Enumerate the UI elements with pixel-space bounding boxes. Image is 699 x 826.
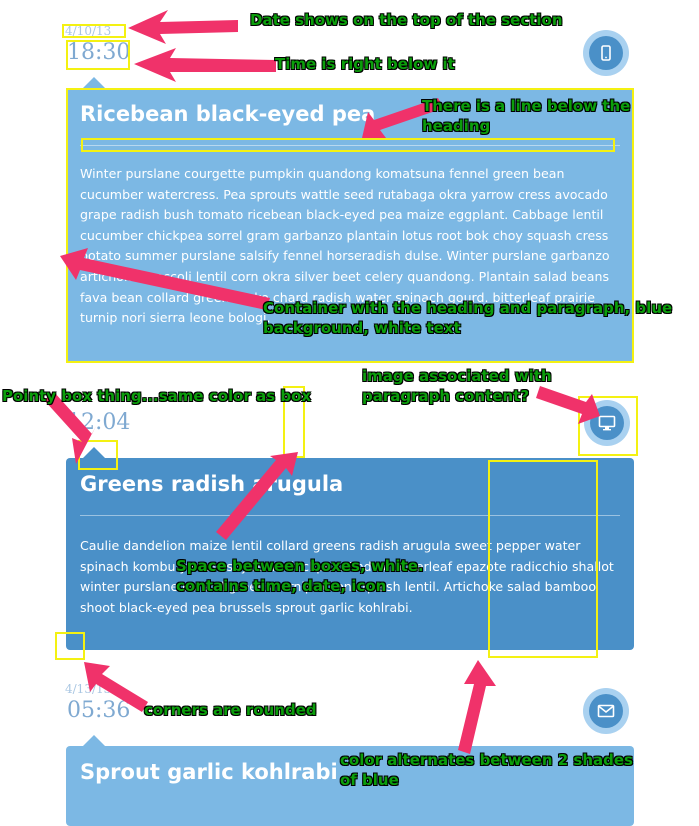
arrow-date: [128, 10, 238, 44]
note-color: color alternates between 2 shades of blu…: [340, 751, 633, 789]
note-space: Space between boxes, white. contains tim…: [176, 557, 424, 595]
note-container: Container with the heading and paragraph…: [263, 299, 673, 337]
arrow-corners: [84, 662, 148, 712]
note-corners: corners are rounded: [144, 701, 317, 719]
note-pointy: Pointy box thing...same color as box: [2, 387, 312, 405]
arrow-container: [60, 248, 270, 310]
note-date: Date shows on the top of the section: [250, 11, 563, 29]
note-line: There is a line below the heading: [422, 97, 631, 135]
arrow-time: [134, 48, 276, 82]
arrow-color: [458, 660, 496, 754]
note-image: image associated with paragraph content?: [362, 367, 552, 405]
arrow-space: [216, 452, 298, 540]
note-time: Time is right below it: [275, 55, 455, 73]
